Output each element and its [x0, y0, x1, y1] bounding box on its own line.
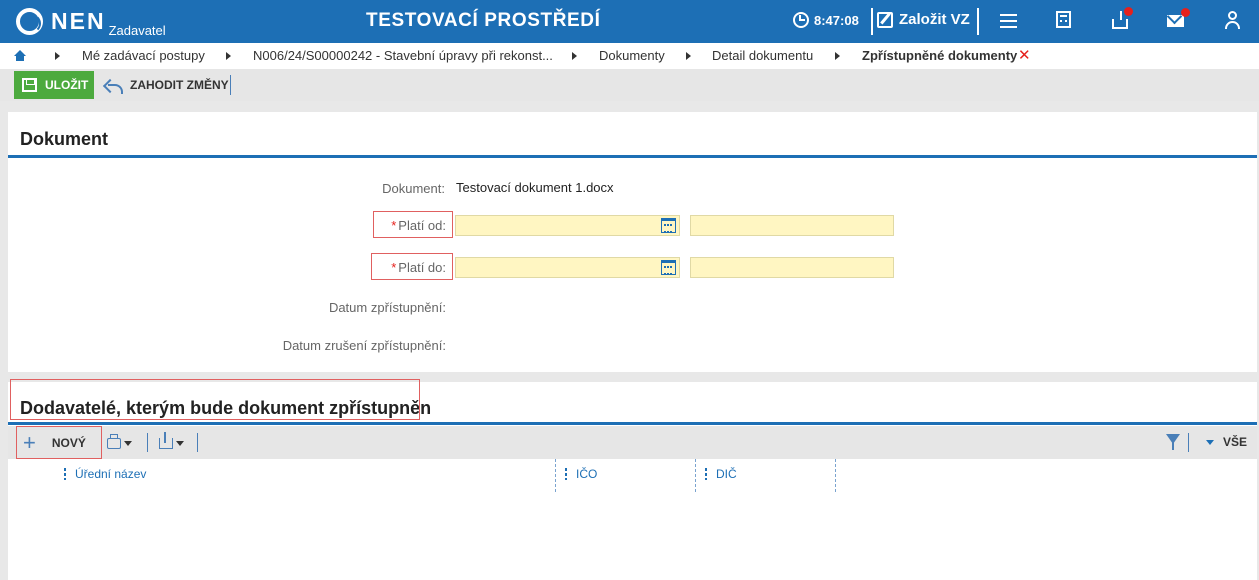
- title-highlight: [10, 379, 420, 420]
- plus-icon: +: [23, 429, 36, 455]
- column-menu-icon[interactable]: [705, 468, 707, 480]
- divider: [1188, 433, 1189, 452]
- logo-circle-icon: [16, 8, 43, 35]
- document-label: Dokument:: [382, 181, 445, 196]
- logo-subtitle: Zadavatel: [108, 23, 166, 38]
- discard-changes-label: ZAHODIT ZMĚNY: [130, 78, 229, 92]
- environment-title: TESTOVACÍ PROSTŘEDÍ: [366, 10, 601, 31]
- calendar-icon[interactable]: [661, 218, 676, 233]
- column-divider[interactable]: [555, 459, 556, 492]
- breadcrumb-item[interactable]: Detail dokumentu: [712, 48, 813, 63]
- print-icon: [107, 433, 121, 449]
- discard-changes-button[interactable]: ZAHODIT ZMĚNY: [104, 71, 229, 99]
- save-button[interactable]: ULOŽIT: [14, 71, 94, 99]
- column-header-label: DIČ: [716, 467, 737, 481]
- export-icon: [159, 431, 173, 449]
- column-menu-icon[interactable]: [64, 468, 66, 480]
- notification-dot: [1181, 8, 1190, 17]
- menu-icon[interactable]: [998, 11, 1020, 33]
- column-divider[interactable]: [695, 459, 696, 492]
- close-icon[interactable]: ✕: [1018, 46, 1031, 64]
- column-header-label: Úřední název: [75, 467, 147, 481]
- document-panel: Dokument: [8, 112, 1257, 372]
- save-icon: [22, 78, 37, 92]
- valid-from-time-input[interactable]: [690, 215, 894, 236]
- new-supplier-button[interactable]: + NOVÝ: [16, 426, 102, 459]
- divider: [147, 433, 148, 452]
- section-underline: [8, 422, 1257, 425]
- clock-icon: [793, 12, 809, 28]
- edit-icon: [877, 11, 893, 28]
- valid-from-label-text: Platí od:: [398, 218, 446, 233]
- mail-icon[interactable]: [1167, 8, 1190, 27]
- print-menu-button[interactable]: [107, 433, 132, 452]
- notification-dot: [1124, 7, 1133, 16]
- required-mark: *: [391, 260, 397, 275]
- save-button-label: ULOŽIT: [45, 78, 89, 92]
- valid-to-label-text: Platí do:: [398, 260, 446, 275]
- filter-all-dropdown[interactable]: VŠE: [1206, 435, 1247, 449]
- breadcrumb-item[interactable]: Mé zadávací postupy: [82, 48, 205, 63]
- grid-toolbar: + NOVÝ VŠE: [8, 426, 1257, 459]
- chevron-right-icon: [55, 52, 60, 60]
- document-section-title: Dokument: [20, 129, 109, 149]
- create-vz-button[interactable]: Založit VZ: [877, 11, 970, 28]
- filter-all-label: VŠE: [1223, 435, 1248, 449]
- home-icon[interactable]: [14, 50, 26, 61]
- column-menu-icon[interactable]: [565, 468, 567, 480]
- chevron-right-icon: [572, 52, 577, 60]
- column-header-ico[interactable]: IČO: [565, 467, 597, 481]
- undo-icon: [104, 79, 123, 94]
- required-mark: *: [391, 218, 397, 233]
- valid-to-time-input[interactable]: [690, 257, 894, 278]
- column-header-name[interactable]: Úřední název: [64, 467, 146, 481]
- breadcrumb-current: Zpřístupněné dokumenty: [862, 48, 1018, 63]
- divider: [197, 433, 198, 452]
- calculator-icon[interactable]: [1056, 11, 1071, 28]
- chevron-down-icon: [176, 440, 184, 446]
- section-underline: [8, 155, 1257, 158]
- top-bar: NEN Zadavatel TESTOVACÍ PROSTŘEDÍ 8:47:0…: [0, 0, 1259, 43]
- inbox-icon[interactable]: [1112, 7, 1133, 29]
- breadcrumb-item[interactable]: Dokumenty: [599, 48, 665, 63]
- valid-to-date-input[interactable]: [455, 257, 680, 278]
- valid-from-date-input[interactable]: [455, 215, 680, 236]
- form-toolbar: ULOŽIT ZAHODIT ZMĚNY: [0, 69, 1259, 101]
- breadcrumb: Mé zadávací postupy N006/24/S00000242 - …: [0, 43, 1259, 69]
- calendar-icon[interactable]: [661, 260, 676, 275]
- new-button-label: NOVÝ: [51, 435, 86, 450]
- chevron-down-icon: [1206, 439, 1214, 445]
- access-cancel-date-label: Datum zrušení zpřístupnění:: [282, 338, 446, 353]
- column-header-dic[interactable]: DIČ: [705, 467, 737, 481]
- user-icon[interactable]: [1224, 11, 1246, 33]
- chevron-right-icon: [835, 52, 840, 60]
- column-header-label: IČO: [576, 467, 598, 481]
- divider: [977, 8, 979, 35]
- chevron-right-icon: [686, 52, 691, 60]
- chevron-down-icon: [124, 440, 132, 446]
- logo-text: NEN: [51, 8, 106, 34]
- document-value: Testovací dokument 1.docx: [456, 180, 614, 195]
- divider: [230, 75, 231, 95]
- divider: [871, 8, 873, 35]
- session-clock: 8:47:08: [793, 12, 859, 28]
- breadcrumb-item[interactable]: N006/24/S00000242 - Stavební úpravy při …: [253, 48, 553, 63]
- chevron-right-icon: [226, 52, 231, 60]
- valid-from-label: * Platí od:: [380, 218, 446, 233]
- clock-time: 8:47:08: [814, 12, 859, 28]
- create-vz-label: Založit VZ: [899, 11, 970, 28]
- valid-to-label: * Platí do:: [380, 260, 446, 275]
- column-divider[interactable]: [835, 459, 836, 492]
- nen-logo[interactable]: NEN Zadavatel: [16, 7, 166, 38]
- access-date-label: Datum zpřístupnění:: [328, 300, 446, 315]
- export-menu-button[interactable]: [159, 431, 184, 452]
- filter-icon[interactable]: [1166, 434, 1180, 450]
